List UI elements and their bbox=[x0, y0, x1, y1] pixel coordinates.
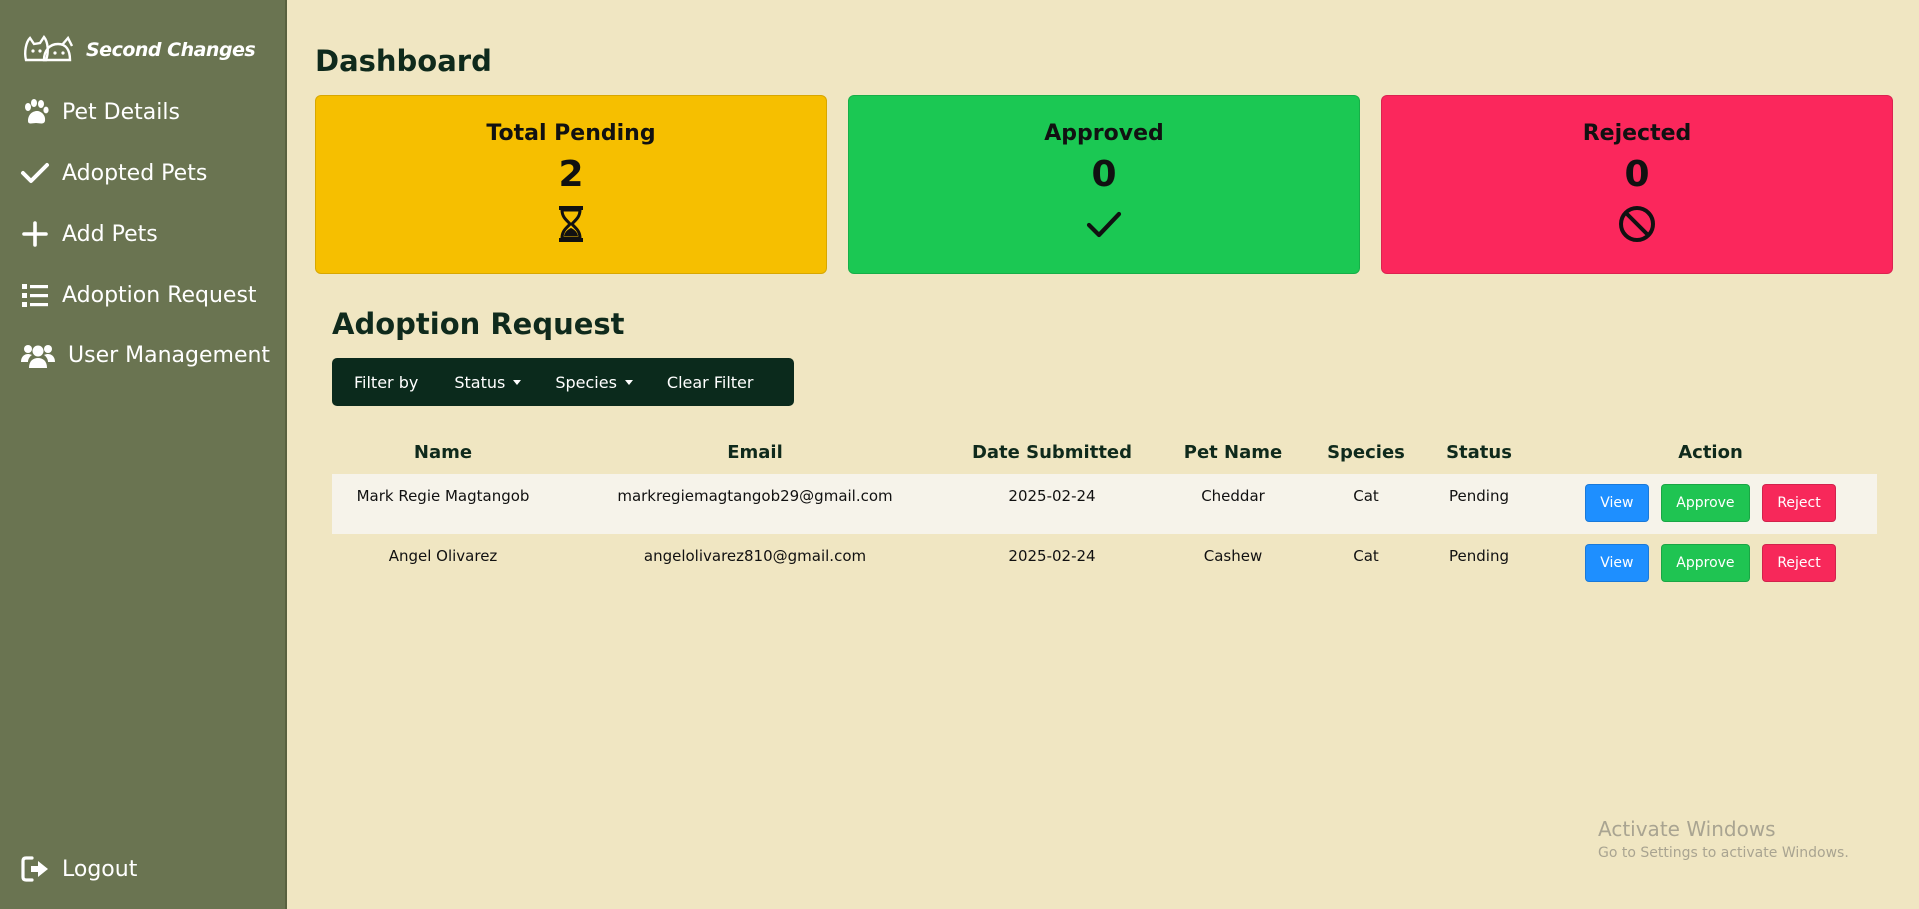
cell-email: markregiemagtangob29@gmail.com bbox=[554, 474, 956, 534]
status-filter-label: Status bbox=[454, 372, 506, 392]
table-header-row: Name Email Date Submitted Pet Name Speci… bbox=[332, 430, 1877, 474]
sidebar-item-label: Adopted Pets bbox=[62, 160, 208, 186]
table-row: Mark Regie Magtangob markregiemagtangob2… bbox=[332, 474, 1877, 534]
stat-value: 0 bbox=[1091, 154, 1117, 195]
stat-label: Rejected bbox=[1582, 121, 1692, 146]
cell-status: Pending bbox=[1414, 474, 1544, 534]
cat-dog-logo-icon bbox=[24, 34, 74, 62]
view-button[interactable]: View bbox=[1585, 484, 1649, 522]
paw-icon bbox=[25, 99, 49, 124]
brand[interactable]: Second Changes bbox=[22, 34, 256, 66]
watermark-subtitle: Go to Settings to activate Windows. bbox=[1598, 845, 1849, 861]
caret-down-icon bbox=[624, 379, 633, 385]
stat-label: Total Pending bbox=[486, 121, 656, 146]
cell-actions: View Approve Reject bbox=[1544, 534, 1877, 594]
species-filter-dropdown[interactable]: Species bbox=[555, 373, 633, 392]
page-title: Dashboard bbox=[315, 44, 492, 78]
list-icon bbox=[22, 284, 48, 307]
sidebar-item-label: Add Pets bbox=[62, 221, 158, 247]
reject-button[interactable]: Reject bbox=[1762, 544, 1836, 582]
sidebar-item-label: Adoption Request bbox=[62, 282, 257, 308]
adoption-request-table: Name Email Date Submitted Pet Name Speci… bbox=[332, 430, 1877, 594]
brand-name: Second Changes bbox=[86, 39, 256, 61]
logout-button[interactable]: Logout bbox=[20, 854, 137, 884]
sidebar-item-user-management[interactable]: User Management bbox=[20, 340, 270, 370]
cell-species: Cat bbox=[1353, 547, 1379, 565]
cell-date: 2025-02-24 bbox=[956, 474, 1148, 534]
cell-actions: View Approve Reject bbox=[1544, 474, 1877, 534]
cell-email: angelolivarez810@gmail.com bbox=[643, 547, 867, 565]
column-header-date: Date Submitted bbox=[971, 441, 1133, 463]
sidebar-item-add-pets[interactable]: Add Pets bbox=[20, 219, 158, 249]
stat-card-rejected: Rejected 0 bbox=[1381, 95, 1893, 274]
watermark-title: Activate Windows bbox=[1598, 817, 1776, 841]
filter-label: Filter by bbox=[354, 372, 419, 392]
clear-filter-button[interactable]: Clear Filter bbox=[667, 373, 754, 392]
column-header-action: Action bbox=[1678, 441, 1743, 463]
column-header-name: Name bbox=[413, 441, 473, 463]
plus-icon bbox=[22, 221, 48, 247]
cell-species: Cat bbox=[1318, 474, 1414, 534]
logout-label: Logout bbox=[62, 856, 138, 882]
sidebar-item-adoption-request[interactable]: Adoption Request bbox=[20, 280, 257, 310]
windows-activation-watermark: Activate Windows Go to Settings to activ… bbox=[1598, 817, 1849, 861]
cell-pet-name: Cashew bbox=[1203, 547, 1263, 565]
sidebar: Second Changes Pet Details Adopted Pets … bbox=[0, 0, 287, 909]
sidebar-item-label: User Management bbox=[68, 342, 271, 368]
reject-button[interactable]: Reject bbox=[1762, 484, 1836, 522]
stat-label: Approved bbox=[1044, 121, 1164, 146]
stat-value: 0 bbox=[1624, 154, 1650, 195]
hourglass-icon bbox=[559, 206, 583, 242]
approve-button[interactable]: Approve bbox=[1661, 544, 1750, 582]
stat-value: 2 bbox=[558, 154, 584, 195]
sidebar-item-pet-details[interactable]: Pet Details bbox=[20, 97, 180, 127]
table-row: Angel Olivarez angelolivarez810@gmail.co… bbox=[332, 534, 1877, 594]
main-content: Dashboard Total Pending 2 Approved 0 Rej… bbox=[287, 0, 1919, 909]
sidebar-item-adopted-pets[interactable]: Adopted Pets bbox=[20, 158, 207, 188]
logout-icon bbox=[21, 856, 48, 882]
caret-down-icon bbox=[513, 379, 522, 385]
species-filter-label: Species bbox=[555, 372, 617, 392]
view-button[interactable]: View bbox=[1585, 544, 1649, 582]
check-icon bbox=[21, 163, 49, 183]
column-header-species: Species bbox=[1327, 441, 1405, 463]
section-title: Adoption Request bbox=[332, 307, 625, 341]
check-icon bbox=[1086, 211, 1122, 238]
cell-pet-name: Cheddar bbox=[1148, 474, 1318, 534]
users-icon bbox=[21, 345, 55, 368]
filter-bar: Filter by Status Species Clear Filter bbox=[332, 358, 794, 406]
cell-name: Mark Regie Magtangob bbox=[332, 474, 554, 534]
cell-name: Angel Olivarez bbox=[388, 547, 498, 565]
column-header-status: Status bbox=[1446, 441, 1512, 463]
cell-status: Pending bbox=[1449, 547, 1509, 565]
cell-date: 2025-02-24 bbox=[1008, 547, 1096, 565]
approve-button[interactable]: Approve bbox=[1661, 484, 1750, 522]
stat-card-pending: Total Pending 2 bbox=[315, 95, 827, 274]
column-header-email: Email bbox=[727, 441, 783, 463]
column-header-pet-name: Pet Name bbox=[1183, 441, 1283, 463]
ban-icon bbox=[1619, 206, 1655, 242]
status-filter-dropdown[interactable]: Status bbox=[454, 372, 522, 392]
stat-card-approved: Approved 0 bbox=[848, 95, 1360, 274]
sidebar-item-label: Pet Details bbox=[62, 99, 180, 125]
